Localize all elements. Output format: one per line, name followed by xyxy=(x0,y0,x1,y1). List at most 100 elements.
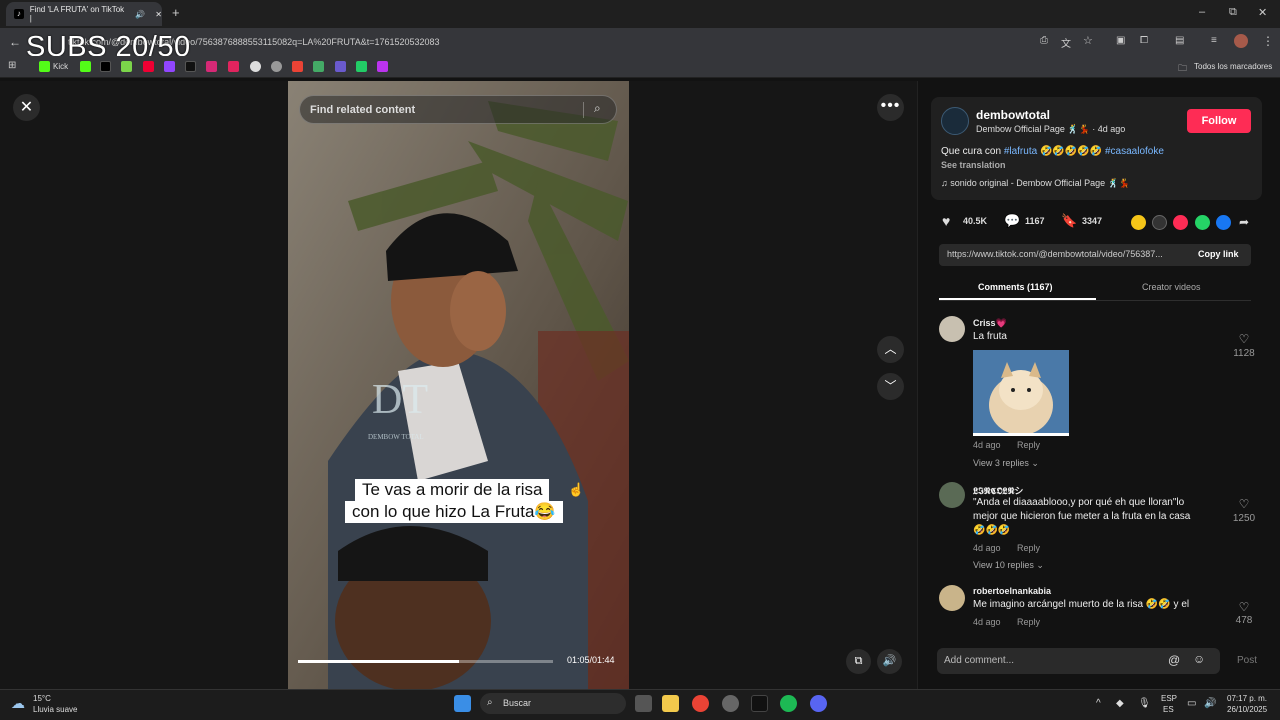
comment-icon[interactable]: 💬 xyxy=(1004,213,1020,229)
profile-avatar[interactable] xyxy=(1234,34,1248,48)
bookmark-kick-label[interactable]: Kick xyxy=(53,62,68,71)
comment-avatar[interactable] xyxy=(939,316,965,342)
bookmark-icon-lime[interactable] xyxy=(356,61,367,72)
all-bookmarks-label[interactable]: Todos los marcadores xyxy=(1194,62,1272,71)
creator-avatar[interactable] xyxy=(941,107,969,135)
tiktok-bookmark-icon[interactable] xyxy=(100,61,111,72)
music-link[interactable]: ♫ sonido original - Dembow Official Page… xyxy=(941,178,1130,189)
microphone-icon[interactable]: 🎙 xyxy=(1138,698,1151,709)
video-player[interactable]: DT DEMBOW TOTAL xyxy=(288,81,629,689)
sidepanel-icon[interactable]: ▤ xyxy=(1175,35,1184,46)
bookmark-icon-s[interactable] xyxy=(335,61,346,72)
extension-icon[interactable]: ▣ xyxy=(1116,35,1125,46)
folder-icon[interactable]: 🗀 xyxy=(1178,61,1187,77)
youtube-icon[interactable] xyxy=(143,61,154,72)
reply-link[interactable]: Reply xyxy=(1017,543,1040,553)
bookmark-icon-gray[interactable] xyxy=(271,61,282,72)
reply-link[interactable]: Reply xyxy=(1017,440,1040,450)
apps-grid-icon[interactable]: ⊞ xyxy=(8,60,16,71)
see-translation-link[interactable]: See translation xyxy=(941,160,1006,170)
url-field[interactable]: tiktok.com/@dembowtotal/video/7563876888… xyxy=(60,34,1020,51)
search-icon[interactable]: ⌕ xyxy=(594,101,601,116)
bookmark-star-icon[interactable]: ☆ xyxy=(1083,34,1093,47)
windows-start-icon[interactable] xyxy=(454,695,471,712)
speaker-icon[interactable]: 🔊 xyxy=(1204,698,1216,709)
previous-video-button[interactable]: ︿ xyxy=(877,336,904,363)
more-options-button[interactable]: ••• xyxy=(877,94,904,121)
kick-icon-2[interactable] xyxy=(80,61,91,72)
bookmark-icon-white[interactable] xyxy=(250,61,261,72)
related-search-input[interactable]: Find related content ⌕ xyxy=(299,95,617,124)
new-tab-button[interactable]: + xyxy=(172,5,180,20)
comment-like-heart-icon[interactable]: ♡ xyxy=(1229,332,1259,346)
twitch-icon[interactable] xyxy=(164,61,175,72)
file-explorer-icon[interactable] xyxy=(662,695,679,712)
discord-icon[interactable] xyxy=(810,695,827,712)
tab-comments[interactable]: Comments (1167) xyxy=(978,282,1053,292)
restore-button[interactable]: ⧉ xyxy=(1229,6,1237,19)
keyboard-lang-1[interactable]: ESP xyxy=(1161,694,1177,703)
menu-kebab-icon[interactable]: ⋮ xyxy=(1262,34,1274,48)
chrome-icon[interactable] xyxy=(692,695,709,712)
view-replies-link[interactable]: View 10 replies ⌄ xyxy=(973,560,1044,571)
comment-like-heart-icon[interactable]: ♡ xyxy=(1229,600,1259,614)
install-app-icon[interactable]: ⎙ xyxy=(1040,35,1048,46)
tab-creator-videos[interactable]: Creator videos xyxy=(1142,282,1201,292)
comment-avatar[interactable] xyxy=(939,585,965,611)
like-heart-icon[interactable]: ♥ xyxy=(942,213,950,229)
miniplayer-icon[interactable]: ⧉ xyxy=(846,649,871,674)
instagram-icon[interactable] xyxy=(206,61,217,72)
hashtag-casaalofoke[interactable]: #casaalofoke xyxy=(1105,146,1164,157)
share-arrow-icon[interactable]: ➦ xyxy=(1239,215,1249,229)
send-icon[interactable] xyxy=(1173,215,1188,230)
bookmark-icon-green[interactable] xyxy=(121,61,132,72)
gmail-icon[interactable] xyxy=(292,61,303,72)
mention-icon[interactable]: @ xyxy=(1168,653,1180,667)
save-bookmark-icon[interactable]: 🔖 xyxy=(1061,213,1077,229)
bookmark-icon-olive[interactable] xyxy=(313,61,324,72)
window-close-button[interactable]: ✕ xyxy=(1258,6,1267,19)
embed-icon[interactable] xyxy=(1152,215,1167,230)
clock-time[interactable]: 07:17 p. m. xyxy=(1227,694,1267,703)
media-icon[interactable]: ≡ xyxy=(1211,35,1217,46)
view-replies-link[interactable]: View 3 replies ⌄ xyxy=(973,458,1039,469)
tray-chevron-icon[interactable]: ^ xyxy=(1096,698,1101,709)
taskbar-search-box[interactable]: ⌕ Buscar xyxy=(480,693,626,714)
network-icon[interactable]: ▭ xyxy=(1187,698,1196,709)
terminal-icon[interactable] xyxy=(751,695,768,712)
close-video-button[interactable]: ✕ xyxy=(13,94,40,121)
post-comment-button[interactable]: Post xyxy=(1237,655,1257,666)
comment-author[interactable]: Criss💗 xyxy=(973,318,1007,329)
volume-icon[interactable]: 🔊 xyxy=(877,649,902,674)
translate-icon[interactable]: 文 xyxy=(1061,35,1071,50)
bookmark-icon-red[interactable] xyxy=(228,61,239,72)
follow-button[interactable]: Follow xyxy=(1187,109,1251,133)
weather-temp[interactable]: 15°C xyxy=(33,694,51,703)
reply-link[interactable]: Reply xyxy=(1017,617,1040,627)
facebook-icon[interactable] xyxy=(1216,215,1231,230)
whatsapp-icon[interactable] xyxy=(1195,215,1210,230)
weather-desc[interactable]: Lluvia suave xyxy=(33,705,77,714)
tray-app-icon[interactable]: ◆ xyxy=(1116,698,1124,709)
x-icon[interactable] xyxy=(185,61,196,72)
browser-tab[interactable]: ♪ Find 'LA FRUTA' on TikTok | 🔊 ✕ xyxy=(6,2,162,26)
keyboard-lang-2[interactable]: ES xyxy=(1163,705,1174,714)
puzzle-icon[interactable]: ⧠ xyxy=(1140,35,1148,46)
emoji-icon[interactable]: ☺ xyxy=(1193,652,1205,666)
comment-like-heart-icon[interactable]: ♡ xyxy=(1229,497,1259,511)
next-video-button[interactable]: ﹀ xyxy=(877,373,904,400)
hashtag-lafruta[interactable]: #lafruta xyxy=(1004,146,1037,157)
spotify-icon[interactable] xyxy=(780,695,797,712)
app-icon-gray[interactable] xyxy=(722,695,739,712)
coin-icon[interactable] xyxy=(1131,215,1146,230)
comment-sticker-image[interactable] xyxy=(973,350,1069,436)
bookmark-icon-purple[interactable] xyxy=(377,61,388,72)
comment-avatar[interactable] xyxy=(939,482,965,508)
back-arrow-icon[interactable]: ← xyxy=(9,35,21,49)
clock-date[interactable]: 26/10/2025 xyxy=(1227,705,1267,714)
video-progress-bar[interactable] xyxy=(298,660,553,663)
comment-author[interactable]: robertoelnankabia xyxy=(973,586,1051,596)
copy-link-button[interactable]: Copy link xyxy=(1198,249,1239,259)
kick-icon[interactable] xyxy=(39,61,50,72)
weather-cloud-icon[interactable]: ☁ xyxy=(11,695,25,712)
